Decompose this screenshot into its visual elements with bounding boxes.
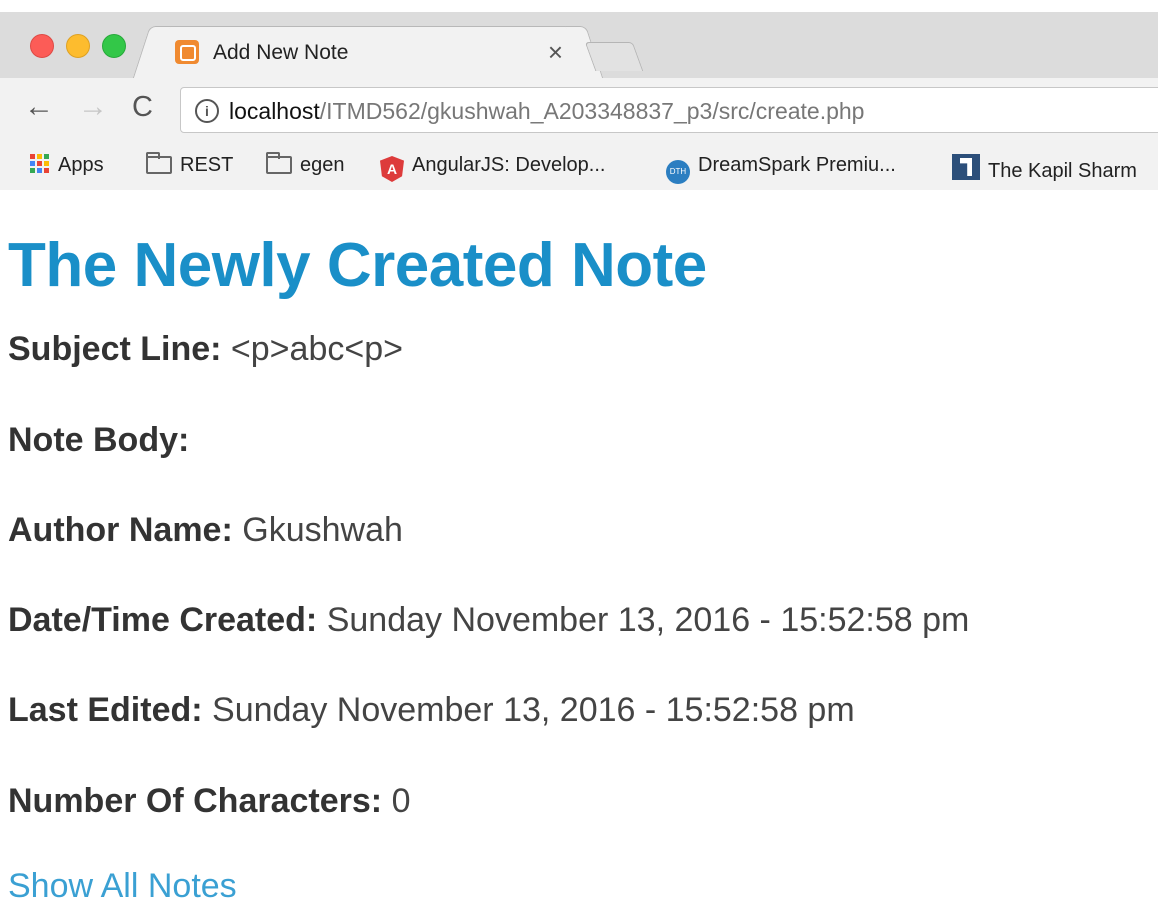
field-subject-line: Subject Line: <p>abc<p> (8, 330, 403, 369)
info-icon[interactable]: i (195, 99, 219, 123)
angularjs-icon: A (380, 156, 404, 182)
browser-chrome: Add New Note × ← → C i localhost/ITMD562… (0, 12, 1158, 191)
xampp-favicon-icon (175, 40, 199, 64)
tab-add-new-note[interactable]: Add New Note × (152, 26, 584, 79)
bookmark-apps[interactable]: Apps (30, 154, 104, 177)
bookmark-dreamspark[interactable]: DTH DreamSpark Premiu... (666, 154, 896, 184)
field-label: Note Body: (8, 421, 190, 459)
field-label: Number Of Characters: (8, 782, 383, 820)
bookmark-label: The Kapil Sharm (988, 160, 1137, 182)
show-all-notes-link[interactable]: Show All Notes (8, 867, 237, 906)
bookmark-angularjs[interactable]: A AngularJS: Develop... (380, 154, 605, 182)
bookmark-label: Apps (58, 154, 104, 176)
page-title: The Newly Created Note (8, 231, 707, 300)
field-date-created: Date/Time Created: Sunday November 13, 2… (8, 601, 969, 640)
bookmark-label: AngularJS: Develop... (412, 154, 606, 176)
tab-title: Add New Note (213, 41, 349, 64)
bookmarks-bar: Apps REST egen A AngularJS: Develop... DT… (0, 140, 1158, 191)
bookmark-label: egen (300, 154, 345, 176)
field-value: Sunday November 13, 2016 - 15:52:58 pm (212, 691, 855, 729)
back-arrow-icon[interactable]: ← (24, 92, 54, 122)
close-window-button[interactable] (30, 34, 54, 58)
url-text[interactable]: localhost/ITMD562/gkushwah_A203348837_p3… (229, 98, 864, 125)
bookmark-rest[interactable]: REST (146, 152, 234, 177)
zoom-window-button[interactable] (102, 34, 126, 58)
url-host: localhost (229, 98, 320, 124)
field-number-of-characters: Number Of Characters: 0 (8, 782, 410, 821)
forward-arrow-icon[interactable]: → (78, 92, 108, 122)
field-author-name: Author Name: Gkushwah (8, 511, 403, 550)
field-last-edited: Last Edited: Sunday November 13, 2016 - … (8, 691, 855, 730)
folder-icon (146, 152, 172, 174)
kapil-sharma-icon (952, 154, 980, 180)
field-value: Sunday November 13, 2016 - 15:52:58 pm (326, 601, 970, 639)
minimize-window-button[interactable] (66, 34, 90, 58)
bookmark-label: REST (180, 154, 234, 176)
field-label: Author Name: (8, 511, 233, 549)
cropped-caption (0, 0, 1158, 12)
tab-close-icon[interactable]: × (548, 37, 563, 68)
field-value: <p>abc<p> (230, 330, 403, 368)
folder-icon (266, 152, 292, 174)
page-content: The Newly Created Note Subject Line: <p>… (0, 190, 1158, 909)
field-label: Last Edited: (8, 691, 203, 729)
dreamspark-icon: DTH (666, 160, 690, 184)
bookmark-egen[interactable]: egen (266, 152, 345, 177)
field-label: Date/Time Created: (8, 601, 318, 639)
reload-icon[interactable]: C (132, 92, 153, 122)
apps-grid-icon (30, 154, 50, 174)
field-value: Gkushwah (242, 511, 403, 549)
field-value: 0 (391, 782, 411, 820)
url-path: /ITMD562/gkushwah_A203348837_p3/src/crea… (319, 98, 865, 124)
bookmark-label: DreamSpark Premiu... (698, 154, 896, 176)
field-note-body: Note Body: (8, 421, 189, 460)
tab-strip: Add New Note × (0, 12, 1158, 79)
toolbar: ← → C i localhost/ITMD562/gkushwah_A2033… (0, 78, 1158, 140)
bookmark-kapil-sharma[interactable]: The Kapil Sharm (952, 154, 1137, 183)
new-tab-button[interactable] (584, 42, 644, 71)
address-bar[interactable]: i localhost/ITMD562/gkushwah_A203348837_… (180, 87, 1158, 133)
field-label: Subject Line: (8, 330, 222, 368)
